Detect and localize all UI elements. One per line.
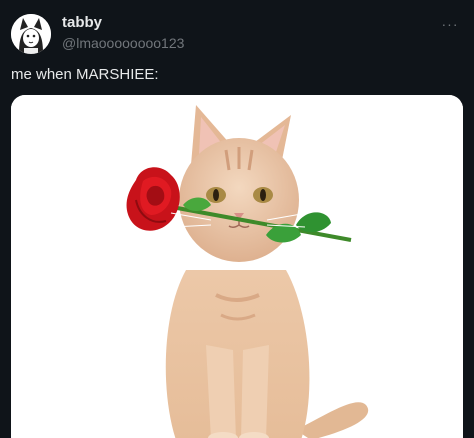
user-info: tabby @lmaoooooooo123 — [62, 15, 184, 50]
cartoon-cat-avatar-icon — [11, 14, 51, 54]
cat-body — [165, 270, 310, 438]
tweet-media-image[interactable] — [11, 95, 463, 438]
display-name[interactable]: tabby — [62, 15, 184, 30]
cat-with-rose-image — [11, 95, 463, 438]
user-handle[interactable]: @lmaoooooooo123 — [62, 36, 184, 50]
tweet-text: me when MARSHIEE: — [11, 66, 159, 83]
more-horizontal-icon[interactable]: ··· — [439, 17, 461, 31]
tweet-card: tabby @lmaoooooooo123 ··· me when MARSHI… — [0, 0, 474, 438]
profile-avatar[interactable] — [11, 14, 51, 54]
